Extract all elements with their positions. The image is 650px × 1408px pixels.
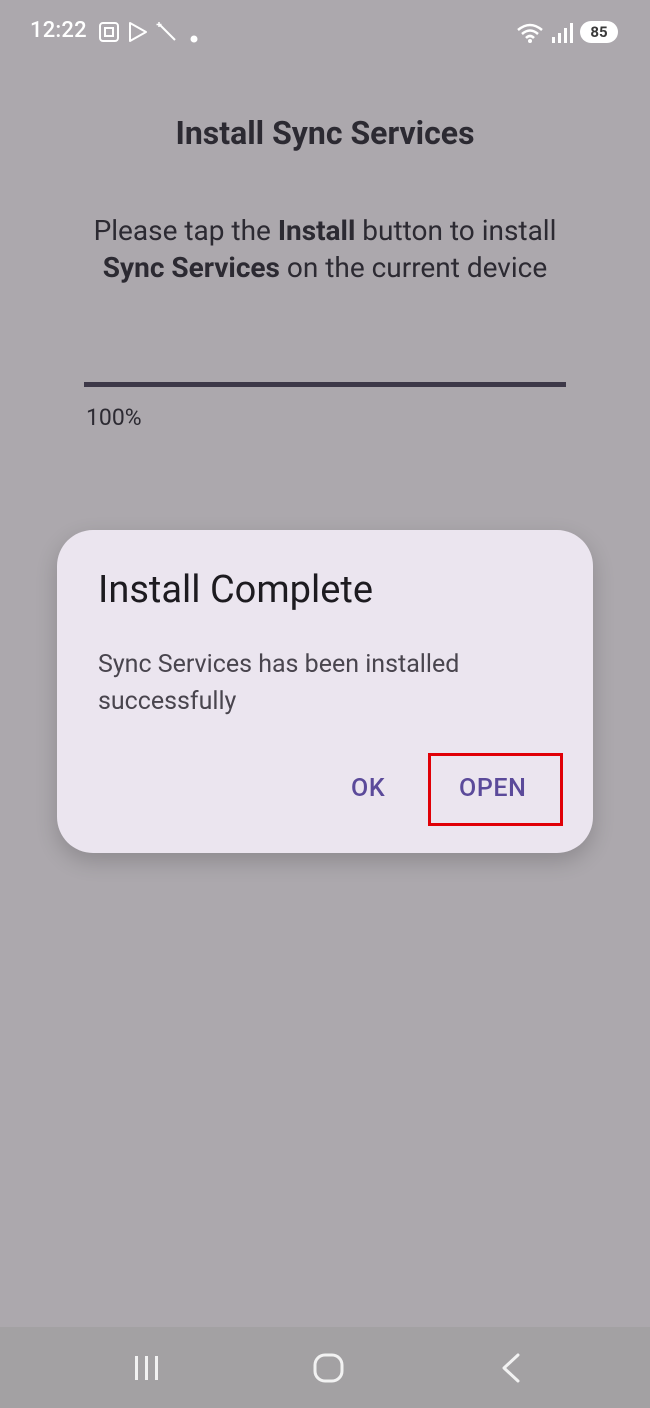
- battery-level: 85: [580, 21, 618, 43]
- back-icon[interactable]: [498, 1353, 524, 1387]
- signal-icon: [550, 22, 574, 48]
- ok-button[interactable]: OK: [351, 774, 385, 803]
- page-title: Install Sync Services: [175, 114, 475, 152]
- notification-dot-icon: [190, 28, 198, 47]
- open-button-highlight: [428, 753, 563, 826]
- progress-fill: [84, 382, 566, 387]
- install-instructions: Please tap the Install button to install…: [93, 214, 557, 284]
- progress-bar: [84, 382, 566, 387]
- status-bar: 12:22 85: [0, 0, 650, 64]
- magic-wand-icon: [155, 20, 179, 48]
- dialog-message: Sync Services has been installed success…: [98, 650, 460, 716]
- home-icon[interactable]: [312, 1353, 346, 1387]
- play-store-icon: [126, 20, 150, 48]
- install-emphasis: Install: [277, 214, 356, 247]
- dialog-title: Install Complete: [98, 568, 373, 612]
- screenshot-icon: [97, 20, 121, 48]
- status-time: 12:22: [30, 18, 87, 43]
- sync-services-emphasis: Sync Services: [102, 251, 280, 284]
- recents-icon[interactable]: [131, 1353, 163, 1387]
- wifi-icon: [516, 22, 544, 48]
- progress-percent: 100%: [86, 404, 142, 431]
- navigation-bar: [0, 1327, 650, 1408]
